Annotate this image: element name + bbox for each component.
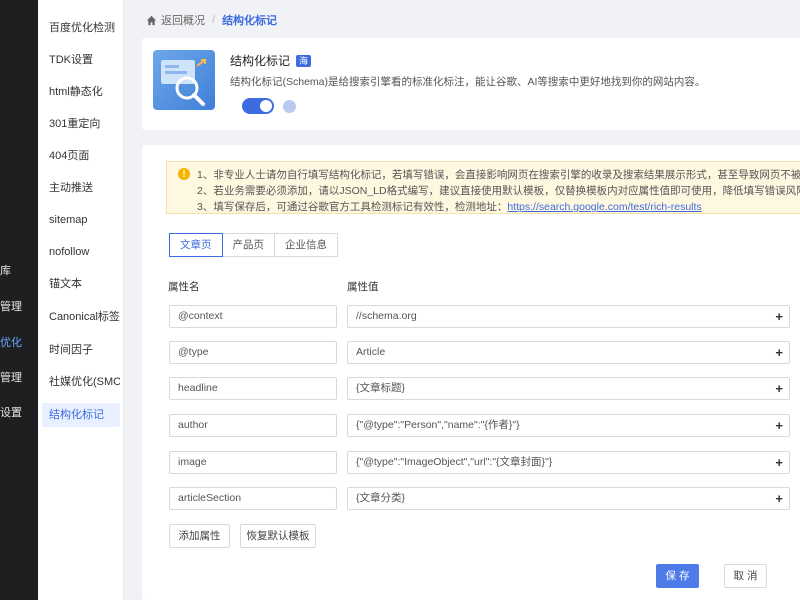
page-type-tabs: 文章页 产品页 企业信息 — [169, 233, 338, 257]
attr-value-input[interactable]: {文章分类} + — [347, 487, 790, 510]
attr-value-input[interactable]: Article + — [347, 341, 790, 364]
schema-editor-card: ! 1、非专业人士请勿自行填写结构化标记，若填写错误，会直接影响网页在搜索引擎的… — [142, 145, 800, 600]
sidebar-item-time-factor[interactable]: 时间因子 — [42, 338, 120, 362]
plugin-description: 结构化标记(Schema)是给搜索引擎看的标准化标注，能让谷歌、AI等搜索中更好… — [230, 76, 706, 88]
attr-value-text: {文章标题} — [356, 382, 406, 394]
main-nav-rail: 库 管理 优化 管理 设置 — [0, 0, 38, 600]
home-icon — [146, 15, 157, 25]
sidebar-item-schema[interactable]: 结构化标记 — [42, 403, 120, 427]
attr-name-input[interactable]: author — [169, 414, 337, 437]
save-button[interactable]: 保 存 — [656, 564, 699, 588]
expand-plus-icon[interactable]: + — [775, 378, 783, 399]
sidebar-item-canonical[interactable]: Canonical标签 — [42, 305, 120, 329]
attr-value-input[interactable]: //schema.org + — [347, 305, 790, 328]
link-icon[interactable] — [283, 100, 296, 113]
sidebar-item-404[interactable]: 404页面 — [42, 144, 120, 168]
attr-value-text: {"@type":"Person","name":"{作者}"} — [356, 419, 520, 431]
attr-name-input[interactable]: @context — [169, 305, 337, 328]
attr-value-input[interactable]: {"@type":"ImageObject","url":"{文章封面}"} + — [347, 451, 790, 474]
breadcrumb: 返回概况 / 结构化标记 — [146, 12, 277, 28]
expand-plus-icon[interactable]: + — [775, 415, 783, 436]
notice-line-3: 3、填写保存后，可通过谷歌官方工具检测标记有效性，检测地址：https://se… — [197, 199, 702, 213]
attr-name-input[interactable]: headline — [169, 377, 337, 400]
seo-sidebar: 百度优化检测 TDK设置 html静态化 301重定向 404页面 主动推送 s… — [38, 0, 124, 600]
breadcrumb-back-link[interactable]: 返回概况 — [161, 12, 205, 28]
rich-results-link[interactable]: https://search.google.com/test/rich-resu… — [507, 201, 701, 213]
main-content: 返回概况 / 结构化标记 结构化标记 海 结构化标记(Schema)是给搜索引擎… — [124, 0, 800, 600]
column-header-name: 属性名 — [168, 281, 200, 293]
sidebar-item-tdk[interactable]: TDK设置 — [42, 48, 120, 72]
breadcrumb-separator: / — [212, 14, 216, 26]
rail-item-settings[interactable]: 设置 — [0, 404, 38, 420]
sidebar-item-html-static[interactable]: html静态化 — [42, 80, 120, 104]
tab-article[interactable]: 文章页 — [169, 233, 223, 257]
attr-name-input[interactable]: articleSection — [169, 487, 337, 510]
warning-notice: ! 1、非专业人士请勿自行填写结构化标记，若填写错误，会直接影响网页在搜索引擎的… — [166, 161, 800, 214]
cancel-button[interactable]: 取 消 — [724, 564, 767, 588]
attr-value-input[interactable]: {文章标题} + — [347, 377, 790, 400]
expand-plus-icon[interactable]: + — [775, 452, 783, 473]
rail-item-manage-2[interactable]: 管理 — [0, 369, 38, 385]
notice-line-3-text: 3、填写保存后，可通过谷歌官方工具检测标记有效性，检测地址： — [197, 201, 508, 213]
plugin-title: 结构化标记 — [230, 54, 291, 68]
attr-value-text: Article — [356, 346, 386, 358]
add-attribute-button[interactable]: 添加属性 — [169, 524, 230, 548]
attr-value-input[interactable]: {"@type":"Person","name":"{作者}"} + — [347, 414, 790, 437]
sidebar-item-301[interactable]: 301重定向 — [42, 112, 120, 136]
sidebar-item-smo[interactable]: 社媒优化(SMO) — [42, 370, 120, 394]
plugin-header-card: 结构化标记 海 结构化标记(Schema)是给搜索引擎看的标准化标注，能让谷歌、… — [142, 38, 800, 130]
warning-icon: ! — [178, 168, 190, 180]
attr-value-text: {"@type":"ImageObject","url":"{文章封面}"} — [356, 456, 553, 468]
notice-line-1: 1、非专业人士请勿自行填写结构化标记，若填写错误，会直接影响网页在搜索引擎的收录… — [197, 169, 800, 181]
sidebar-item-baidu-check[interactable]: 百度优化检测 — [42, 16, 120, 40]
sidebar-item-sitemap[interactable]: sitemap — [42, 208, 120, 232]
attr-value-text: {文章分类} — [356, 492, 406, 504]
sidebar-item-nofollow[interactable]: nofollow — [42, 240, 120, 264]
expand-plus-icon[interactable]: + — [775, 488, 783, 509]
expand-plus-icon[interactable]: + — [775, 342, 783, 363]
plugin-badge: 海 — [296, 54, 312, 67]
rail-item-optimize[interactable]: 优化 — [0, 334, 38, 350]
tab-product[interactable]: 产品页 — [221, 233, 275, 257]
plugin-title-row: 结构化标记 海 — [230, 52, 312, 69]
notice-line-2: 2、若业务需要必须添加，请以JSON_LD格式编写，建议直接使用默认模板，仅替换… — [197, 185, 800, 197]
expand-plus-icon[interactable]: + — [775, 306, 783, 327]
sidebar-item-anchor-text[interactable]: 锚文本 — [42, 272, 120, 296]
column-header-value: 属性值 — [347, 281, 379, 293]
attr-name-input[interactable]: image — [169, 451, 337, 474]
schema-illustration-icon — [153, 50, 215, 110]
toggle-knob — [260, 100, 272, 112]
tab-company[interactable]: 企业信息 — [274, 233, 338, 257]
plugin-enable-toggle[interactable] — [242, 98, 274, 114]
restore-default-button[interactable]: 恢复默认模板 — [240, 524, 316, 548]
attr-value-text: //schema.org — [356, 310, 417, 322]
rail-item-library[interactable]: 库 — [0, 262, 38, 278]
breadcrumb-current: 结构化标记 — [222, 15, 278, 27]
sidebar-item-push[interactable]: 主动推送 — [42, 176, 120, 200]
rail-item-manage[interactable]: 管理 — [0, 298, 38, 314]
attr-name-input[interactable]: @type — [169, 341, 337, 364]
